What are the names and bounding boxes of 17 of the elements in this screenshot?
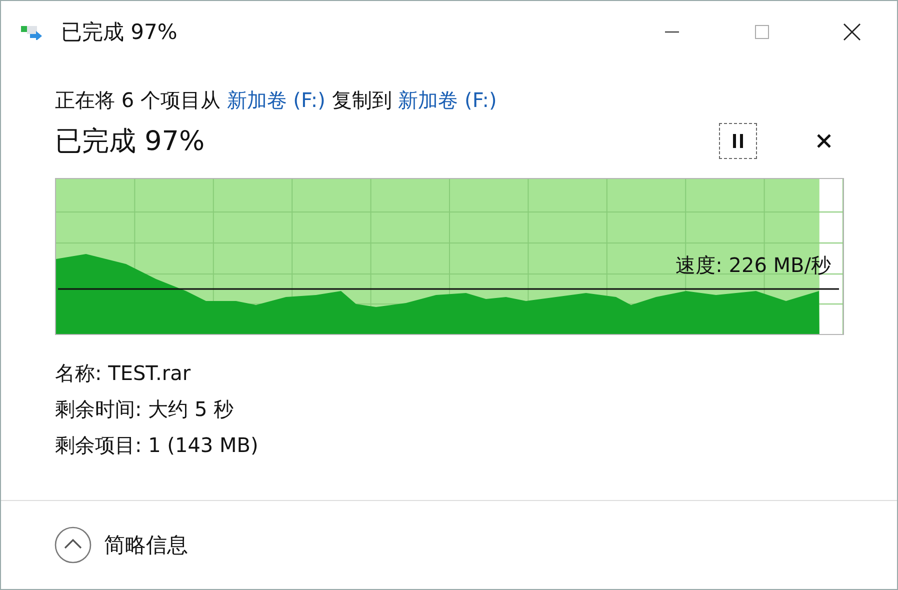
detail-text: 名称: TEST.rar (55, 360, 192, 387)
details-toggle[interactable]: 简略信息 (54, 526, 188, 564)
pause-button[interactable] (719, 123, 757, 159)
detail-text: 剩余时间: 大约 5 秒 (55, 396, 235, 423)
copy-status-text: 正在将 6 个项目从 新加卷 (F:) 复制到 新加卷 (F:) (55, 87, 498, 114)
copy-icon (21, 24, 43, 40)
speed-label: 速度: 226 MB/秒 (676, 252, 831, 279)
window-title: 已完成 97% (61, 19, 178, 46)
source-link[interactable]: 新加卷 (F:) (226, 88, 326, 112)
close-icon (843, 23, 861, 41)
maximize-icon (754, 24, 770, 40)
detail-text: 剩余项目: 1 (143 MB) (55, 432, 260, 459)
pause-icon (732, 134, 744, 148)
close-icon (817, 134, 831, 148)
minimize-icon (664, 31, 680, 33)
progress-heading: 已完成 97% (55, 125, 205, 159)
destination-link[interactable]: 新加卷 (F:) (398, 88, 497, 112)
